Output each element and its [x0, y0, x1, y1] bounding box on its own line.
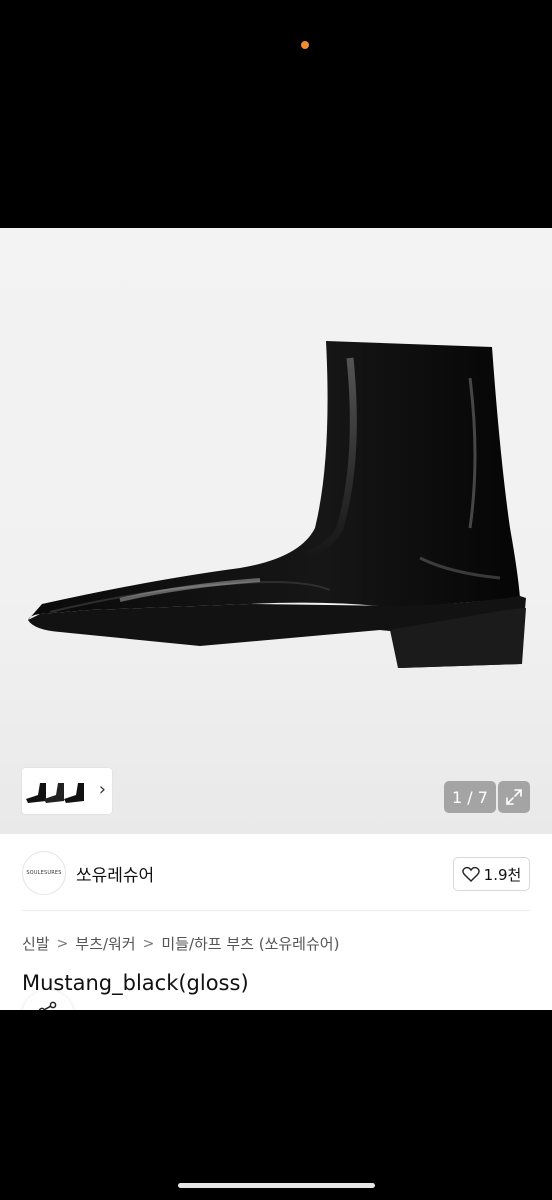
like-count: 1.9천: [483, 865, 522, 884]
breadcrumb-item-shoes[interactable]: 신발: [22, 933, 50, 954]
product-info: SOULESURES 쏘유레슈어 1.9천 신발 > 부츠/워커 > 미들/하프…: [0, 834, 552, 1010]
chevron-right-icon: ›: [98, 779, 106, 800]
expand-button[interactable]: [498, 781, 530, 813]
like-button[interactable]: 1.9천: [453, 857, 530, 891]
thumbnail-strip[interactable]: ›: [22, 768, 112, 814]
share-icon: [38, 1001, 57, 1010]
bottom-black-band: [0, 1010, 552, 1200]
home-indicator[interactable]: [178, 1183, 375, 1188]
product-image-gallery[interactable]: › 1 / 7: [0, 228, 552, 834]
status-dot: [301, 41, 309, 49]
divider: [22, 910, 530, 911]
chevron-right-icon: >: [56, 935, 69, 952]
heart-icon: [461, 866, 480, 882]
chevron-right-icon: >: [142, 935, 155, 952]
image-counter: 1 / 7: [444, 781, 496, 813]
breadcrumb: 신발 > 부츠/워커 > 미들/하프 부츠 (쏘유레슈어): [22, 933, 339, 954]
expand-icon: [506, 789, 522, 805]
breadcrumb-item-mid-boots[interactable]: 미들/하프 부츠 (쏘유레슈어): [161, 933, 339, 954]
thumbnail-image: [26, 783, 84, 803]
top-black-band: [0, 0, 552, 228]
brand-logo[interactable]: SOULESURES: [22, 851, 66, 895]
brand-name[interactable]: 쏘유레슈어: [76, 861, 154, 886]
boot-image: [28, 341, 526, 668]
breadcrumb-item-boots[interactable]: 부츠/워커: [75, 933, 135, 954]
